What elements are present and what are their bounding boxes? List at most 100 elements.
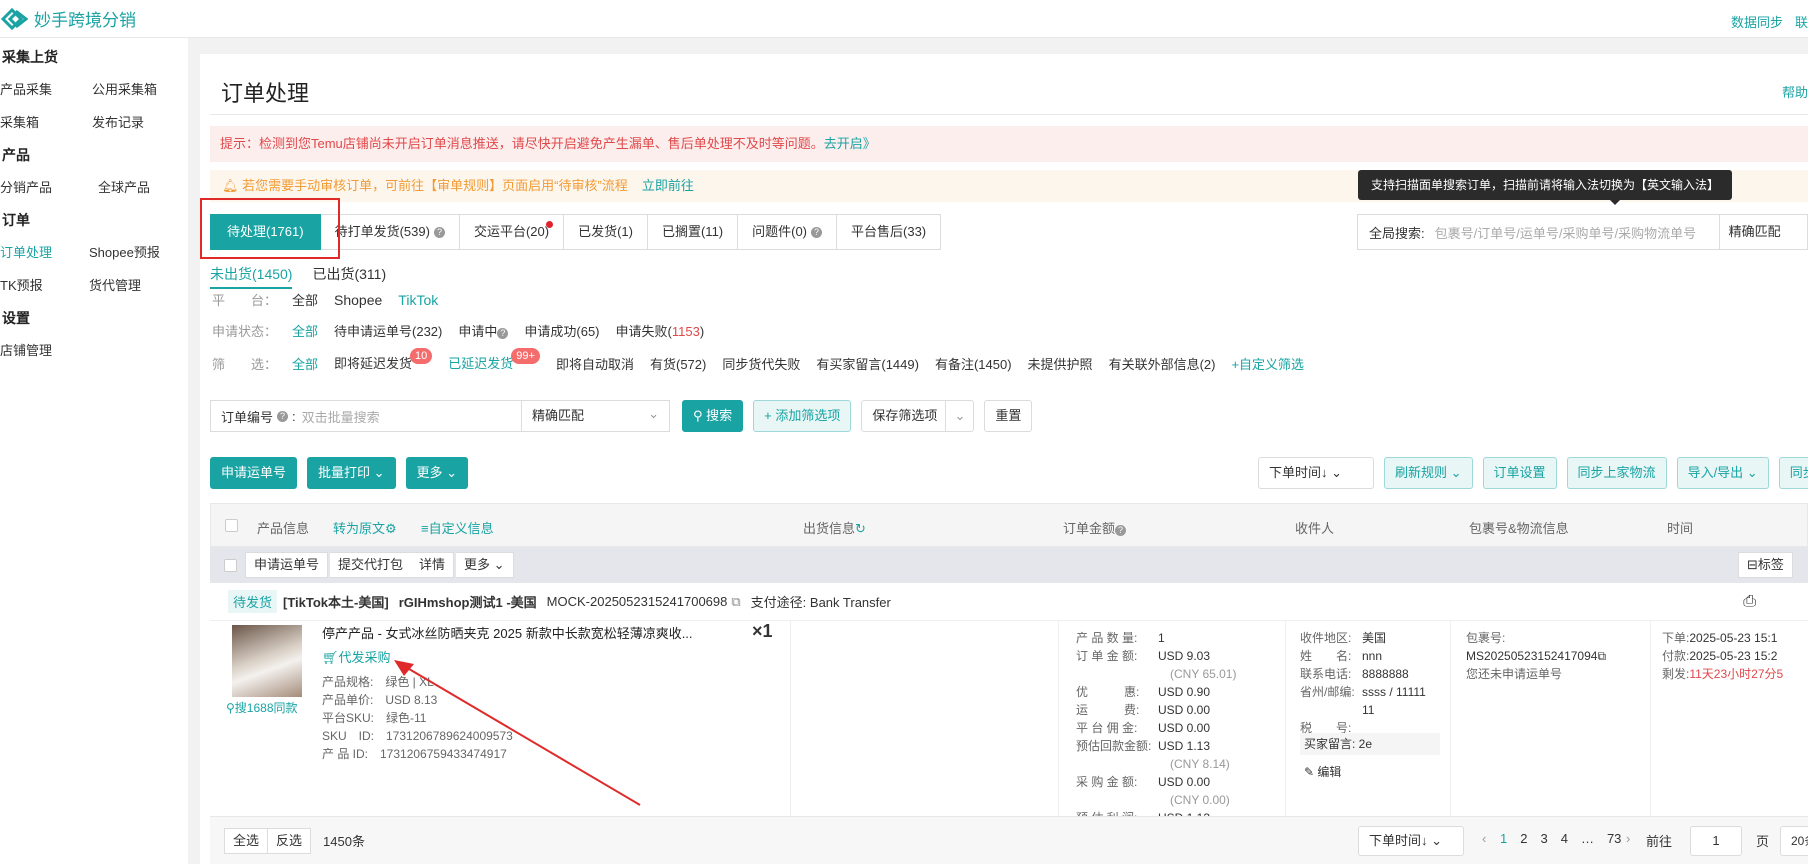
highlight-box xyxy=(200,198,340,259)
page-number[interactable]: 3 xyxy=(1540,831,1547,846)
global-match-select[interactable]: 精确匹配 xyxy=(1718,215,1807,249)
sidebar-item-publish-log[interactable]: 发布记录 xyxy=(92,106,144,139)
reset-button[interactable]: 重置 xyxy=(984,400,1033,432)
sidebar-item-order-processing[interactable]: 订单处理 xyxy=(0,236,92,269)
search-1688-link[interactable]: ⚲搜1688同款 xyxy=(226,699,298,716)
page-number[interactable]: 4 xyxy=(1561,831,1568,846)
sidebar-item-distribution-product[interactable]: 分销产品 xyxy=(0,171,92,204)
order-no-input[interactable]: 订单编号?: 双击批量搜索 xyxy=(210,400,522,432)
refresh-rules-button[interactable]: 刷新规则 ⌄ xyxy=(1384,457,1473,489)
screen-remark[interactable]: 有备注(1450) xyxy=(935,354,1012,373)
screen-all[interactable]: 全部 xyxy=(292,354,318,373)
invert-button[interactable]: 反选 xyxy=(268,827,312,854)
copy-icon[interactable]: ⧉ xyxy=(1597,649,1606,663)
custom-info-link[interactable]: ≡自定义信息 xyxy=(421,518,494,537)
sidebar-item-public-box[interactable]: 公用采集箱 xyxy=(92,73,157,106)
contact-link[interactable]: 联 xyxy=(1795,12,1808,31)
footer-sort-select[interactable]: 下单时间↓ ⌄ xyxy=(1358,826,1464,856)
subtab-unshipped[interactable]: 未出货(1450) xyxy=(210,264,293,289)
sidebar-item-store-manage[interactable]: 店铺管理 xyxy=(0,334,92,367)
logo-icon xyxy=(0,7,28,30)
bulk-checkbox[interactable] xyxy=(224,559,237,572)
app-logo[interactable]: 妙手跨境分销 xyxy=(0,5,136,33)
sync-logistics-button[interactable]: 同步上家物流 xyxy=(1566,457,1667,489)
apply-success[interactable]: 申请成功(65) xyxy=(524,321,599,340)
select-all-button[interactable]: 全选 xyxy=(224,827,269,854)
tab-shipped[interactable]: 已发货(1) xyxy=(564,214,648,250)
bulk-more-button[interactable]: 更多 ⌄ xyxy=(456,552,514,578)
screen-late[interactable]: 已延迟发货 99+ xyxy=(448,348,540,373)
prev-page-icon[interactable]: ‹ xyxy=(1482,831,1486,846)
apply-waybill-button[interactable]: 申请运单号 xyxy=(210,457,298,489)
tab-problem[interactable]: 问题件(0)? xyxy=(738,214,838,250)
tab-to-print[interactable]: 待打单发货(539)? xyxy=(320,214,460,250)
order-settings-button[interactable]: 订单设置 xyxy=(1482,457,1557,489)
bulk-apply-button[interactable]: 申请运单号 xyxy=(245,552,329,578)
sidebar-item-forwarder[interactable]: 货代管理 xyxy=(89,269,141,302)
screen-in-stock[interactable]: 有货(572) xyxy=(650,354,706,373)
page-input[interactable]: 1 xyxy=(1690,826,1742,856)
bulk-detail-button[interactable]: 详情 xyxy=(411,552,455,578)
page-number[interactable]: 2 xyxy=(1520,831,1527,846)
tab-on-hold[interactable]: 已搁置(11) xyxy=(647,214,739,250)
global-search-input[interactable]: 包裹号/订单号/运单号/采购单号/采购物流单号 xyxy=(1435,223,1719,242)
tag-icon: ⊟ xyxy=(1747,557,1758,572)
import-export-button[interactable]: 导入/导出 ⌄ xyxy=(1676,457,1769,489)
filter-shopee[interactable]: Shopee xyxy=(334,292,382,308)
bulk-submit-button[interactable]: 提交代打包 xyxy=(330,552,413,578)
copy-icon[interactable]: ⧉ xyxy=(731,594,740,610)
more-button[interactable]: 更多 ⌄ xyxy=(405,457,469,489)
sync-button[interactable]: 同步 xyxy=(1778,457,1808,489)
total-count: 1450条 xyxy=(323,834,365,849)
sidebar-item-collect-box[interactable]: 采集箱 xyxy=(0,106,92,139)
subtab-shipped[interactable]: 已出货(311) xyxy=(312,264,386,289)
search-button[interactable]: ⚲ 搜索 xyxy=(682,400,744,432)
receiver-row: 收件地区: 美国 xyxy=(1300,631,1387,645)
screen-soon-late[interactable]: 即将延迟发货 10 xyxy=(334,348,433,373)
tab-handover[interactable]: 交运平台(20) xyxy=(459,214,565,250)
data-sync-link[interactable]: 数据同步 xyxy=(1731,12,1783,31)
translate-toggle[interactable]: 转为原文⚙ xyxy=(333,518,397,537)
sort-select[interactable]: 下单时间↓ ⌄ xyxy=(1258,457,1374,489)
add-filter-button[interactable]: + 添加筛选项 xyxy=(753,400,852,432)
edit-link[interactable]: ✎ 编辑 xyxy=(1304,763,1341,780)
screen-auto-cancel[interactable]: 即将自动取消 xyxy=(556,354,634,373)
tab-after-sales[interactable]: 平台售后(33) xyxy=(837,214,942,250)
screen-external[interactable]: 有关联外部信息(2) xyxy=(1109,354,1216,373)
next-page-icon[interactable]: › xyxy=(1626,831,1630,846)
custom-filter-link[interactable]: +自定义筛选 xyxy=(1231,354,1304,373)
batch-print-button[interactable]: 批量打印 ⌄ xyxy=(307,457,396,489)
help-link[interactable]: 帮助 xyxy=(1782,82,1808,101)
screen-buyer-msg[interactable]: 有买家留言(1449) xyxy=(816,354,919,373)
screen-sync-fail[interactable]: 同步货代失败 xyxy=(722,354,800,373)
save-filter-button[interactable]: 保存筛选项 ⌄ xyxy=(861,400,975,432)
per-page-select[interactable]: 20条/页 xyxy=(1780,826,1808,856)
screen-no-passport[interactable]: 未提供护照 xyxy=(1028,354,1093,373)
filter-tiktok[interactable]: TikTok xyxy=(398,292,438,308)
enable-link[interactable]: 去开启》 xyxy=(824,136,876,151)
order-match-select[interactable]: 精确匹配 xyxy=(522,399,670,432)
cart-icon: 🛒︎ xyxy=(322,650,339,665)
sidebar-item-tk-forecast[interactable]: TK预报 xyxy=(0,269,92,302)
proxy-buy-link[interactable]: 🛒︎代发采购 xyxy=(322,647,391,666)
apply-all[interactable]: 全部 xyxy=(292,321,318,340)
page-number[interactable]: … xyxy=(1581,831,1594,846)
page-list: 1 2 3 4 … 73 xyxy=(1500,831,1621,846)
app-name: 妙手跨境分销 xyxy=(34,11,136,30)
product-title[interactable]: 停产产品 - 女式冰丝防晒夹克 2025 新款中长款宽松轻薄凉爽收... xyxy=(322,623,693,642)
apply-failed[interactable]: 申请失败(1153) xyxy=(616,321,705,340)
tag-button[interactable]: ⊟标签 xyxy=(1738,552,1793,578)
print-icon[interactable]: ⎙ xyxy=(1743,593,1756,611)
sidebar-item-product-collect[interactable]: 产品采集 xyxy=(0,73,92,106)
product-image[interactable] xyxy=(232,625,302,697)
chevron-down-icon: ⌄ xyxy=(945,401,973,431)
sidebar-item-global-product[interactable]: 全球产品 xyxy=(92,171,150,204)
apply-pending[interactable]: 待申请运单号(232) xyxy=(334,321,442,340)
apply-in-progress[interactable]: 申请中? xyxy=(458,321,509,340)
page-number[interactable]: 1 xyxy=(1500,831,1507,846)
select-all-checkbox[interactable] xyxy=(225,519,238,532)
sidebar-item-shopee-forecast[interactable]: Shopee预报 xyxy=(89,236,160,269)
page-number[interactable]: 73 xyxy=(1607,831,1621,846)
go-now-link[interactable]: 立即前往 xyxy=(642,178,694,193)
filter-all[interactable]: 全部 xyxy=(292,290,318,309)
